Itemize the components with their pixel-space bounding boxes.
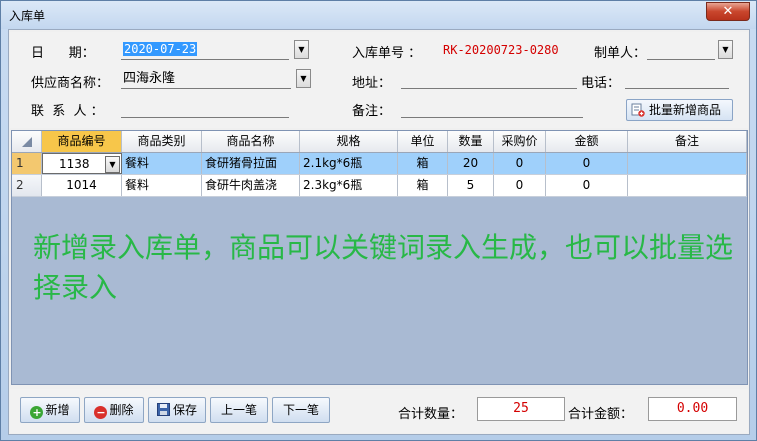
plus-icon: + xyxy=(30,406,44,419)
unit-cell[interactable]: 箱 xyxy=(398,175,448,196)
grid-corner[interactable] xyxy=(12,131,42,152)
col-header-code[interactable]: 商品编号 xyxy=(42,131,122,152)
date-label: 日 期： xyxy=(31,46,95,61)
supplier-dropdown-button[interactable]: ▼ xyxy=(296,69,311,88)
floppy-disk-icon xyxy=(156,403,170,416)
batch-add-icon xyxy=(631,103,645,117)
header-form: 日 期： 2020-07-23 ▼ 入库单号 ： RK-20200723-028… xyxy=(10,32,748,128)
total-qty-label: 合计数量： xyxy=(398,407,464,422)
prev-record-button[interactable]: 上一笔 xyxy=(210,397,268,423)
order-no-value: RK-20200723-0280 xyxy=(443,43,559,57)
maker-dropdown-button[interactable]: ▼ xyxy=(718,40,733,59)
code-editor[interactable]: 1138 ▼ xyxy=(42,153,122,174)
category-cell[interactable]: 餐料 xyxy=(122,175,202,196)
save-button[interactable]: 保存 xyxy=(148,397,206,423)
maker-label: 制单人： xyxy=(594,46,647,61)
spec-cell[interactable]: 2.3kg*6瓶 xyxy=(300,175,398,196)
purchase-in-window: 入库单 ✕ 日 期： 2020-07-23 ▼ 入库单号 ： RK-202007… xyxy=(0,0,757,441)
col-header-category[interactable]: 商品类别 xyxy=(122,131,202,152)
col-header-remark[interactable]: 备注 xyxy=(628,131,747,152)
delete-label: 删除 xyxy=(109,403,134,417)
code-cell[interactable]: 1014 xyxy=(42,175,122,196)
phone-label: 电话： xyxy=(581,76,621,91)
remark-cell[interactable] xyxy=(628,175,747,196)
supplier-label: 供应商名称： xyxy=(31,76,110,91)
price-cell[interactable]: 0 xyxy=(494,175,546,196)
date-dropdown-button[interactable]: ▼ xyxy=(294,40,309,59)
price-cell[interactable]: 0 xyxy=(494,153,546,174)
row-number: 2 xyxy=(12,175,42,196)
phone-field[interactable] xyxy=(625,69,729,89)
code-value: 1138 xyxy=(59,157,90,171)
maker-field[interactable] xyxy=(647,40,715,60)
name-cell[interactable]: 食研牛肉盖浇 xyxy=(202,175,300,196)
order-no-label: 入库单号 ： xyxy=(352,46,422,61)
col-header-name[interactable]: 商品名称 xyxy=(202,131,300,152)
col-header-amount[interactable]: 金额 xyxy=(546,131,628,152)
col-header-unit[interactable]: 单位 xyxy=(398,131,448,152)
name-cell[interactable]: 食研猪骨拉面 xyxy=(202,153,300,174)
remark-label: 备注： xyxy=(352,104,392,119)
spec-cell[interactable]: 2.1kg*6瓶 xyxy=(300,153,398,174)
amount-cell[interactable]: 0 xyxy=(546,175,628,196)
overlay-note: 新增录入库单，商品可以关键词录入生成，也可以批量选择录入 xyxy=(33,231,734,304)
address-label: 地址： xyxy=(352,76,392,91)
category-cell[interactable]: 餐料 xyxy=(122,153,202,174)
table-row[interactable]: 1 1138 ▼ 餐料 食研猪骨拉面 2.1kg*6瓶 箱 20 0 0 xyxy=(12,153,747,175)
delete-button[interactable]: − 删除 xyxy=(84,397,144,423)
date-value: 2020-07-23 xyxy=(123,42,198,56)
address-field[interactable] xyxy=(401,69,577,89)
next-record-button[interactable]: 下一笔 xyxy=(272,397,330,423)
col-header-price[interactable]: 采购价 xyxy=(494,131,546,152)
contact-field[interactable] xyxy=(121,98,289,118)
total-qty-value: 25 xyxy=(477,397,565,421)
date-field[interactable]: 2020-07-23 xyxy=(121,40,289,60)
amount-cell[interactable]: 0 xyxy=(546,153,628,174)
add-button[interactable]: + 新增 xyxy=(20,397,80,423)
title-bar: 入库单 ✕ xyxy=(1,1,756,29)
supplier-field[interactable]: 四海永隆 xyxy=(121,69,291,89)
save-label: 保存 xyxy=(172,403,197,417)
code-dropdown-button[interactable]: ▼ xyxy=(105,156,120,173)
unit-cell[interactable]: 箱 xyxy=(398,153,448,174)
qty-cell[interactable]: 20 xyxy=(448,153,494,174)
bottom-toolbar: + 新增 − 删除 保存 上一笔 下一笔 合计数量： 25 合计金额： 0.00 xyxy=(10,389,748,433)
batch-add-products-button[interactable]: 批量新增商品 xyxy=(626,99,733,121)
client-area: 日 期： 2020-07-23 ▼ 入库单号 ： RK-20200723-028… xyxy=(8,29,750,435)
qty-cell[interactable]: 5 xyxy=(448,175,494,196)
minus-icon: − xyxy=(94,406,108,419)
select-all-icon xyxy=(21,137,32,147)
close-button[interactable]: ✕ xyxy=(706,2,750,21)
total-amount-value: 0.00 xyxy=(648,397,737,421)
col-header-spec[interactable]: 规格 xyxy=(300,131,398,152)
remark-cell[interactable] xyxy=(628,153,747,174)
table-row[interactable]: 2 1014 餐料 食研牛肉盖浇 2.3kg*6瓶 箱 5 0 0 xyxy=(12,175,747,197)
batch-add-label: 批量新增商品 xyxy=(649,103,722,117)
remark-field[interactable] xyxy=(401,98,583,118)
contact-label: 联 系 人 ： xyxy=(31,104,104,119)
grid-header: 商品编号 商品类别 商品名称 规格 单位 数量 采购价 金额 备注 xyxy=(12,131,747,153)
window-title: 入库单 xyxy=(9,9,46,23)
add-label: 新增 xyxy=(45,403,70,417)
col-header-qty[interactable]: 数量 xyxy=(448,131,494,152)
row-number: 1 xyxy=(12,153,42,174)
total-amount-label: 合计金额： xyxy=(568,407,634,422)
